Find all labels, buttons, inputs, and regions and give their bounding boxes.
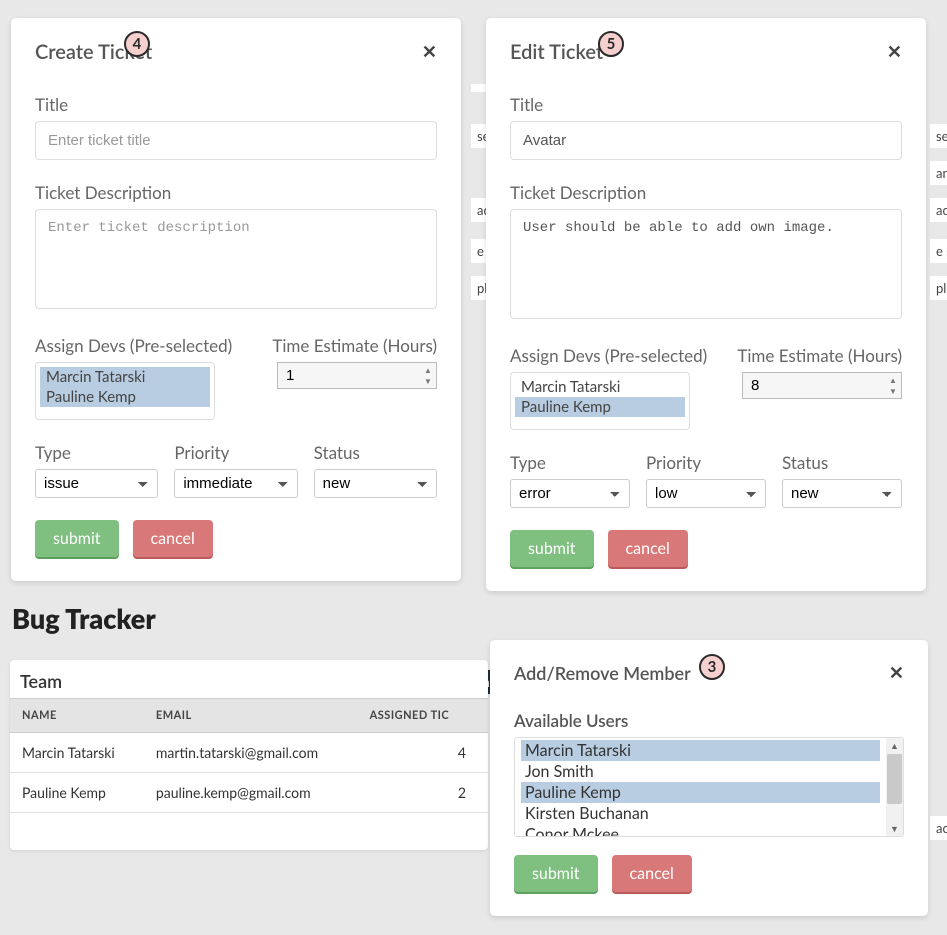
- cancel-button[interactable]: cancel: [608, 530, 688, 567]
- bg-frag: pl: [930, 276, 947, 300]
- col-email: EMAIL: [144, 699, 358, 733]
- cell-assigned: 2: [358, 773, 488, 813]
- cell-name: Marcin Tatarski: [10, 733, 144, 773]
- time-estimate-input[interactable]: [742, 372, 902, 399]
- scrollbar-thumb[interactable]: [887, 754, 902, 804]
- bg-frag: am: [930, 161, 947, 185]
- step-badge-4: 4: [124, 31, 150, 57]
- priority-select[interactable]: low: [646, 479, 766, 508]
- cell-email: pauline.kemp@gmail.com: [144, 773, 358, 813]
- assign-devs-select[interactable]: Marcin Tatarski Pauline Kemp: [35, 362, 215, 420]
- edit-ticket-modal: Edit Ticket ✕ Title Ticket Description U…: [486, 18, 926, 591]
- submit-button[interactable]: submit: [514, 855, 598, 892]
- type-select[interactable]: error: [510, 479, 630, 508]
- user-option[interactable]: Kirsten Buchanan: [521, 803, 880, 824]
- bg-frag: se: [930, 124, 947, 148]
- type-label: Type: [35, 442, 158, 463]
- dev-option[interactable]: Pauline Kemp: [40, 387, 210, 407]
- priority-select[interactable]: immediate: [174, 469, 297, 498]
- bg-frag: ad: [930, 198, 947, 222]
- cell-email: martin.tatarski@gmail.com: [144, 733, 358, 773]
- col-assigned: ASSIGNED TIC: [358, 699, 488, 733]
- scroll-up-icon[interactable]: ▲: [890, 740, 899, 751]
- modal-title: Add/Remove Member: [514, 662, 691, 684]
- dev-option[interactable]: Pauline Kemp: [515, 397, 685, 417]
- desc-label: Ticket Description: [510, 182, 902, 203]
- team-panel: Team NAME EMAIL ASSIGNED TIC Marcin Tata…: [10, 660, 488, 850]
- team-title: Team: [10, 670, 488, 698]
- dev-option[interactable]: Marcin Tatarski: [40, 367, 210, 387]
- submit-button[interactable]: submit: [35, 520, 119, 557]
- assign-label: Assign Devs (Pre-selected): [35, 335, 232, 356]
- priority-label: Priority: [174, 442, 297, 463]
- step-badge-3: 3: [699, 654, 725, 680]
- status-select[interactable]: new: [782, 479, 902, 508]
- priority-label: Priority: [646, 452, 766, 473]
- bg-frag: ac: [930, 816, 947, 840]
- status-label: Status: [314, 442, 437, 463]
- status-label: Status: [782, 452, 902, 473]
- cell-name: Pauline Kemp: [10, 773, 144, 813]
- col-name: NAME: [10, 699, 144, 733]
- user-option[interactable]: Conor Mckee: [521, 824, 880, 837]
- submit-button[interactable]: submit: [510, 530, 594, 567]
- cancel-button[interactable]: cancel: [612, 855, 692, 892]
- cell-assigned: 4: [358, 733, 488, 773]
- time-label: Time Estimate (Hours): [272, 335, 437, 356]
- number-spinner-icon[interactable]: ▲▼: [886, 374, 900, 397]
- dev-option[interactable]: Marcin Tatarski: [515, 377, 685, 397]
- title-label: Title: [510, 94, 902, 115]
- desc-label: Ticket Description: [35, 182, 437, 203]
- number-spinner-icon[interactable]: ▲▼: [421, 364, 435, 387]
- scroll-down-icon[interactable]: ▼: [890, 823, 899, 834]
- user-option[interactable]: Marcin Tatarski: [521, 740, 880, 761]
- user-option[interactable]: Pauline Kemp: [521, 782, 880, 803]
- close-icon[interactable]: ✕: [887, 43, 902, 61]
- time-label: Time Estimate (Hours): [737, 345, 902, 366]
- close-icon[interactable]: ✕: [422, 43, 437, 61]
- title-input[interactable]: [35, 121, 437, 160]
- bg-frag: e s: [930, 239, 947, 263]
- type-label: Type: [510, 452, 630, 473]
- close-icon[interactable]: ✕: [889, 664, 904, 682]
- time-estimate-input[interactable]: [277, 362, 437, 389]
- step-badge-5: 5: [598, 31, 624, 57]
- assign-devs-select[interactable]: Marcin Tatarski Pauline Kemp: [510, 372, 690, 430]
- create-ticket-modal: Create Ticket ✕ Title Ticket Description…: [11, 18, 461, 581]
- user-option[interactable]: Jon Smith: [521, 761, 880, 782]
- title-input[interactable]: [510, 121, 902, 160]
- table-row: Pauline Kemp pauline.kemp@gmail.com 2: [10, 773, 488, 813]
- table-row: Marcin Tatarski martin.tatarski@gmail.co…: [10, 733, 488, 773]
- team-table: NAME EMAIL ASSIGNED TIC Marcin Tatarski …: [10, 698, 488, 813]
- title-label: Title: [35, 94, 437, 115]
- desc-textarea[interactable]: [35, 209, 437, 309]
- page-title: Bug Tracker: [12, 602, 156, 635]
- type-select[interactable]: issue: [35, 469, 158, 498]
- add-remove-member-modal: Add/Remove Member ✕ Available Users Marc…: [490, 640, 928, 916]
- desc-textarea[interactable]: User should be able to add own image.: [510, 209, 902, 319]
- available-users-label: Available Users: [514, 710, 904, 731]
- available-users-list[interactable]: Marcin Tatarski Jon Smith Pauline Kemp K…: [514, 737, 904, 837]
- modal-title: Edit Ticket: [510, 40, 603, 64]
- status-select[interactable]: new: [314, 469, 437, 498]
- assign-label: Assign Devs (Pre-selected): [510, 345, 707, 366]
- cancel-button[interactable]: cancel: [133, 520, 213, 557]
